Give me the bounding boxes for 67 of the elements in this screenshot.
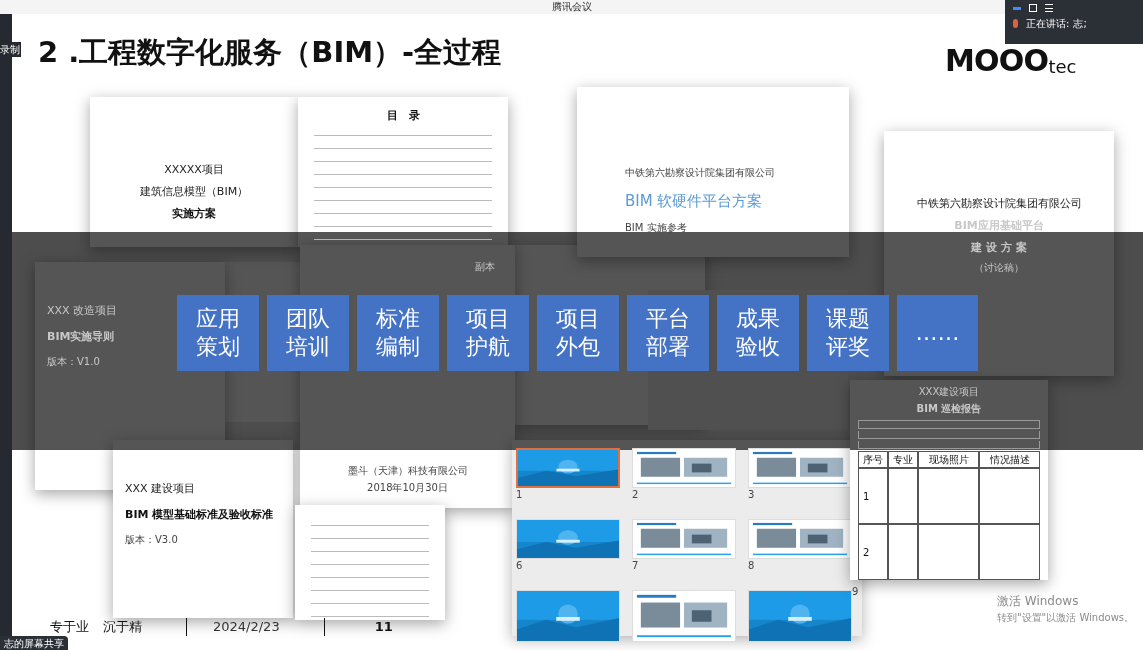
footer-date: 2024/2/23	[213, 618, 280, 636]
slide-title: 2 .工程数字化服务（BIM）-全过程	[38, 38, 502, 67]
document-text: BIM实施导则	[47, 329, 115, 344]
document-text: 目 录	[386, 109, 420, 123]
table-header: 情况描述	[979, 451, 1040, 468]
report-heading: XXX建设项目	[918, 385, 980, 399]
microphone-icon	[1013, 19, 1018, 28]
minimize-icon[interactable]	[1013, 6, 1021, 10]
footer-motto: 沉于精	[103, 618, 142, 636]
slide-thumbnail[interactable]	[516, 448, 620, 488]
document-text: XXX 建设项目	[125, 482, 196, 496]
service-tile: ……	[897, 295, 978, 371]
activation-title: 激活 Windows	[997, 593, 1080, 610]
document-text: 建 设 方 案	[971, 240, 1027, 255]
speaker-label: 正在讲话:	[1026, 17, 1070, 31]
slide-number: 9	[852, 585, 859, 599]
service-tile: 项目 外包	[537, 295, 619, 371]
service-tile: 团队 培训	[267, 295, 349, 371]
document-text: 版本：V3.0	[125, 533, 178, 546]
service-tile: 应用 策划	[177, 295, 259, 371]
slide-number: 8	[748, 561, 756, 571]
report-heading: BIM 巡检报告	[916, 402, 982, 416]
service-tile: 项目 护航	[447, 295, 529, 371]
table-cell: 2	[858, 524, 888, 580]
slide-number: 7	[632, 561, 640, 571]
table-header: 专业	[888, 451, 918, 468]
document-text: 建筑信息模型（BIM）	[139, 184, 249, 199]
speaker-name: 志;	[1073, 17, 1087, 31]
slide-number: 3	[748, 490, 756, 500]
service-tile: 标准 编制	[357, 295, 439, 371]
document-text: BIM 实施参考	[625, 222, 687, 235]
window-icon[interactable]	[1029, 4, 1037, 12]
document-text: BIM 模型基础标准及验收标准	[125, 507, 274, 522]
document-text: 墨斗（天津）科技有限公司	[347, 465, 468, 478]
table-cell	[918, 468, 979, 524]
document-text: 2018年10月30日	[367, 481, 448, 494]
screen-share-label: 志的屏幕共享	[0, 636, 68, 650]
table-cell	[918, 524, 979, 580]
service-tile: 成果 验收	[717, 295, 799, 371]
document-text: （讨论稿）	[974, 262, 1024, 275]
table-cell: 1	[858, 468, 888, 524]
table-cell	[888, 524, 918, 580]
document-text: 版本：V1.0	[47, 355, 100, 368]
document-text: 实施方案	[172, 206, 216, 221]
slide-number: 1	[516, 490, 524, 500]
service-tile: 平台 部署	[627, 295, 709, 371]
service-tile: 课题 评奖	[807, 295, 889, 371]
document-text: 中铁第六勘察设计院集团有限公司	[916, 197, 1082, 211]
footer-motto: 专于业	[50, 618, 89, 636]
document-text: BIM 软硬件平台方案	[625, 191, 763, 211]
logo: MOOOtec	[945, 46, 1077, 76]
document-text: 副本	[475, 261, 495, 274]
table-header: 现场照片	[918, 451, 979, 468]
document-text: XXX 改造项目	[47, 304, 118, 318]
table-header: 序号	[858, 451, 888, 468]
table-cell	[888, 468, 918, 524]
window-title: 腾讯会议	[551, 2, 592, 12]
document-text: XXXXX项目	[164, 163, 224, 177]
table-cell	[979, 524, 1040, 580]
document-text: 中铁第六勘察设计院集团有限公司	[625, 167, 775, 180]
slide-number: 6	[516, 561, 524, 571]
slide-number: 2	[632, 490, 640, 500]
activation-hint: 转到"设置"以激活 Windows。	[997, 611, 1135, 625]
page-number: 11	[374, 618, 393, 636]
recording-label: 录制	[0, 42, 21, 57]
table-cell	[979, 468, 1040, 524]
menu-icon[interactable]	[1045, 4, 1053, 12]
